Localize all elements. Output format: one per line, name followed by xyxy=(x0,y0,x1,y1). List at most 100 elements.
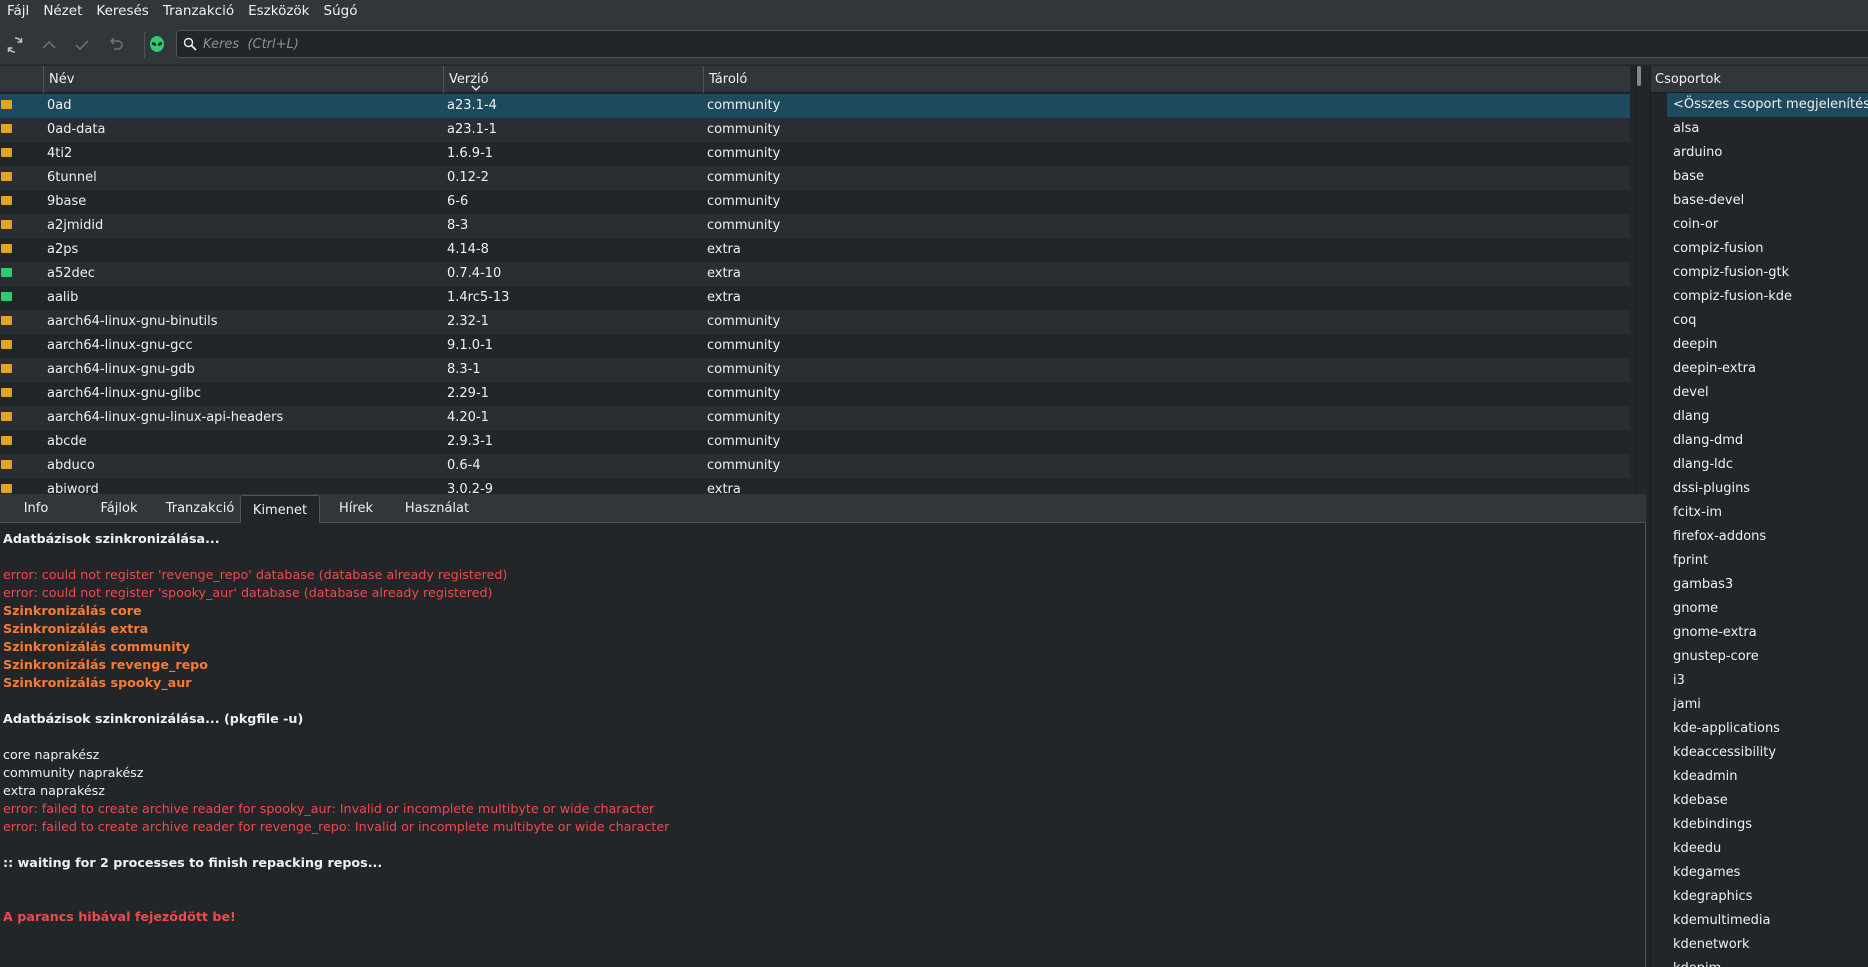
table-row[interactable]: aarch64-linux-gnu-gcc 9.1.0-1 community xyxy=(0,334,1630,358)
chevron-up-icon[interactable] xyxy=(36,32,62,58)
package-name: abcde xyxy=(47,434,87,449)
menu-item[interactable]: Fájl xyxy=(0,0,36,24)
table-row[interactable]: 0ad-data a23.1-1 community xyxy=(0,118,1630,142)
group-item[interactable]: gnustep-core xyxy=(1651,645,1868,669)
search-icon xyxy=(183,37,197,55)
group-item[interactable]: firefox-addons xyxy=(1651,525,1868,549)
package-repo: community xyxy=(707,194,781,209)
header-name[interactable]: Név xyxy=(44,66,481,93)
menu-item[interactable]: Tranzakció xyxy=(156,0,241,24)
package-repo: community xyxy=(707,434,781,449)
output-line: error: could not register 'revenge_repo'… xyxy=(3,567,508,582)
group-item[interactable]: compiz-fusion-kde xyxy=(1651,285,1868,309)
header-version-label: Verzió xyxy=(449,72,489,87)
table-row[interactable]: abduco 0.6-4 community xyxy=(0,454,1630,478)
group-item[interactable]: <Összes csoport megjelenítése> xyxy=(1667,93,1868,117)
header-status[interactable] xyxy=(0,66,44,93)
group-item[interactable]: i3 xyxy=(1651,669,1868,693)
table-row[interactable]: aarch64-linux-gnu-glibc 2.29-1 community xyxy=(0,382,1630,406)
group-item[interactable]: dssi-plugins xyxy=(1651,477,1868,501)
search-box[interactable] xyxy=(176,30,1868,58)
table-row[interactable]: abiword 3.0.2-9 extra xyxy=(0,478,1630,494)
group-item[interactable]: compiz-fusion-gtk xyxy=(1651,261,1868,285)
search-input[interactable] xyxy=(203,31,1803,57)
group-item[interactable]: coin-or xyxy=(1651,213,1868,237)
refresh-icon[interactable] xyxy=(2,32,28,58)
table-row[interactable]: aarch64-linux-gnu-linux-api-headers 4.20-… xyxy=(0,406,1630,430)
group-item[interactable]: dlang-ldc xyxy=(1651,453,1868,477)
tab-4[interactable]: Hírek xyxy=(320,494,392,523)
group-item[interactable]: base-devel xyxy=(1651,189,1868,213)
group-item[interactable]: alsa xyxy=(1651,117,1868,141)
package-name: 4ti2 xyxy=(47,146,73,161)
menu-item[interactable]: Súgó xyxy=(317,0,365,24)
group-item[interactable]: kdemultimedia xyxy=(1651,909,1868,933)
group-item[interactable]: kdegraphics xyxy=(1651,885,1868,909)
group-item[interactable]: deepin-extra xyxy=(1651,357,1868,381)
group-item[interactable]: gnome-extra xyxy=(1651,621,1868,645)
header-repo[interactable]: Tároló xyxy=(704,66,1630,93)
package-version: 0.6-4 xyxy=(447,458,481,473)
table-row[interactable]: 4ti2 1.6.9-1 community xyxy=(0,142,1630,166)
table-row[interactable]: abcde 2.9.3-1 community xyxy=(0,430,1630,454)
table-row[interactable]: a52dec 0.7.4-10 extra xyxy=(0,262,1630,286)
undo-icon[interactable] xyxy=(103,32,129,58)
not-installed-status-icon xyxy=(1,244,12,253)
output-line: Szinkronizálás community xyxy=(3,639,190,654)
table-row[interactable]: aalib 1.4rc5-13 extra xyxy=(0,286,1630,310)
table-row[interactable]: aarch64-linux-gnu-binutils 2.32-1 communit… xyxy=(0,310,1630,334)
tab-0[interactable]: Info xyxy=(0,494,72,523)
table-row[interactable]: aarch64-linux-gnu-gdb 8.3-1 community xyxy=(0,358,1630,382)
group-item[interactable]: kdenetwork xyxy=(1651,933,1868,957)
group-item[interactable]: kdeedu xyxy=(1651,837,1868,861)
group-item[interactable]: base xyxy=(1651,165,1868,189)
check-icon[interactable] xyxy=(69,32,95,58)
group-item[interactable]: coq xyxy=(1651,309,1868,333)
table-row[interactable]: a2jmidid 8-3 community xyxy=(0,214,1630,238)
group-item[interactable]: kde-applications xyxy=(1651,717,1868,741)
tab-2[interactable]: Tranzakció xyxy=(160,494,240,523)
table-scrollbar[interactable] xyxy=(1637,66,1641,86)
group-item[interactable]: gnome xyxy=(1651,597,1868,621)
not-installed-status-icon xyxy=(1,388,12,397)
package-repo: extra xyxy=(707,290,741,305)
group-item[interactable]: kdegames xyxy=(1651,861,1868,885)
group-item[interactable]: gambas3 xyxy=(1651,573,1868,597)
group-item[interactable]: jami xyxy=(1651,693,1868,717)
group-item[interactable]: fprint xyxy=(1651,549,1868,573)
group-item[interactable]: dlang-dmd xyxy=(1651,429,1868,453)
package-name: abiword xyxy=(47,482,99,494)
group-item[interactable]: kdepim xyxy=(1651,957,1868,967)
group-item[interactable]: fcitx-im xyxy=(1651,501,1868,525)
group-item[interactable]: kdeaccessibility xyxy=(1651,741,1868,765)
group-item[interactable]: deepin xyxy=(1651,333,1868,357)
tab-3[interactable]: Kimenet xyxy=(240,495,320,524)
tab-5[interactable]: Használat xyxy=(398,494,476,523)
table-row[interactable]: 9base 6-6 community xyxy=(0,190,1630,214)
package-name: aarch64-linux-gnu-gdb xyxy=(47,362,195,377)
tab-1[interactable]: Fájlok xyxy=(83,494,155,523)
group-item[interactable]: kdebase xyxy=(1651,789,1868,813)
menu-item[interactable]: Eszközök xyxy=(241,0,316,24)
group-item[interactable]: arduino xyxy=(1651,141,1868,165)
package-repo: extra xyxy=(707,482,741,494)
not-installed-status-icon xyxy=(1,484,12,493)
menu-item[interactable]: Keresés xyxy=(89,0,155,24)
output-line: A parancs hibával fejeződött be! xyxy=(3,909,236,924)
group-item[interactable]: dlang xyxy=(1651,405,1868,429)
table-row[interactable]: 0ad a23.1-4 community xyxy=(0,94,1630,118)
group-item[interactable]: compiz-fusion xyxy=(1651,237,1868,261)
group-item[interactable]: kdebindings xyxy=(1651,813,1868,837)
table-row[interactable]: 6tunnel 0.12-2 community xyxy=(0,166,1630,190)
menu-item[interactable]: Nézet xyxy=(36,0,89,24)
package-version: 8-3 xyxy=(447,218,469,233)
not-installed-status-icon xyxy=(1,412,12,421)
group-item[interactable]: kdeadmin xyxy=(1651,765,1868,789)
header-repo-label: Tároló xyxy=(709,72,748,87)
group-item[interactable]: devel xyxy=(1651,381,1868,405)
header-version[interactable]: Verzió xyxy=(444,66,704,93)
alien-icon[interactable] xyxy=(144,32,170,58)
table-row[interactable]: a2ps 4.14-8 extra xyxy=(0,238,1630,262)
package-name: 0ad-data xyxy=(47,122,106,137)
